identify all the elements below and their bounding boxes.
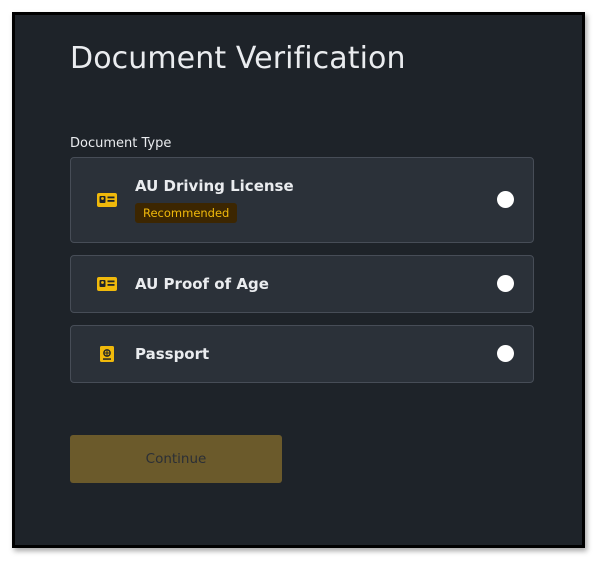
option-passport[interactable]: Passport (70, 325, 534, 383)
option-au-driving-license[interactable]: AU Driving License Recommended (70, 157, 534, 243)
page-title: Document Verification (70, 41, 406, 76)
document-type-label: Document Type (70, 136, 172, 151)
id-card-icon (97, 276, 117, 292)
radio-button[interactable] (497, 345, 514, 362)
radio-button[interactable] (497, 275, 514, 292)
modal-frame: Document Verification Document Type AU D… (12, 12, 585, 548)
option-label: AU Proof of Age (135, 275, 269, 293)
continue-button[interactable]: Continue (70, 435, 282, 483)
option-au-proof-of-age[interactable]: AU Proof of Age (70, 255, 534, 313)
radio-button[interactable] (497, 191, 514, 208)
document-verification-panel: Document Verification Document Type AU D… (15, 15, 582, 545)
option-label: Passport (135, 345, 210, 363)
recommended-badge: Recommended (135, 203, 238, 223)
option-label: AU Driving License (135, 177, 294, 195)
id-card-icon (97, 192, 117, 208)
passport-icon (97, 346, 117, 362)
